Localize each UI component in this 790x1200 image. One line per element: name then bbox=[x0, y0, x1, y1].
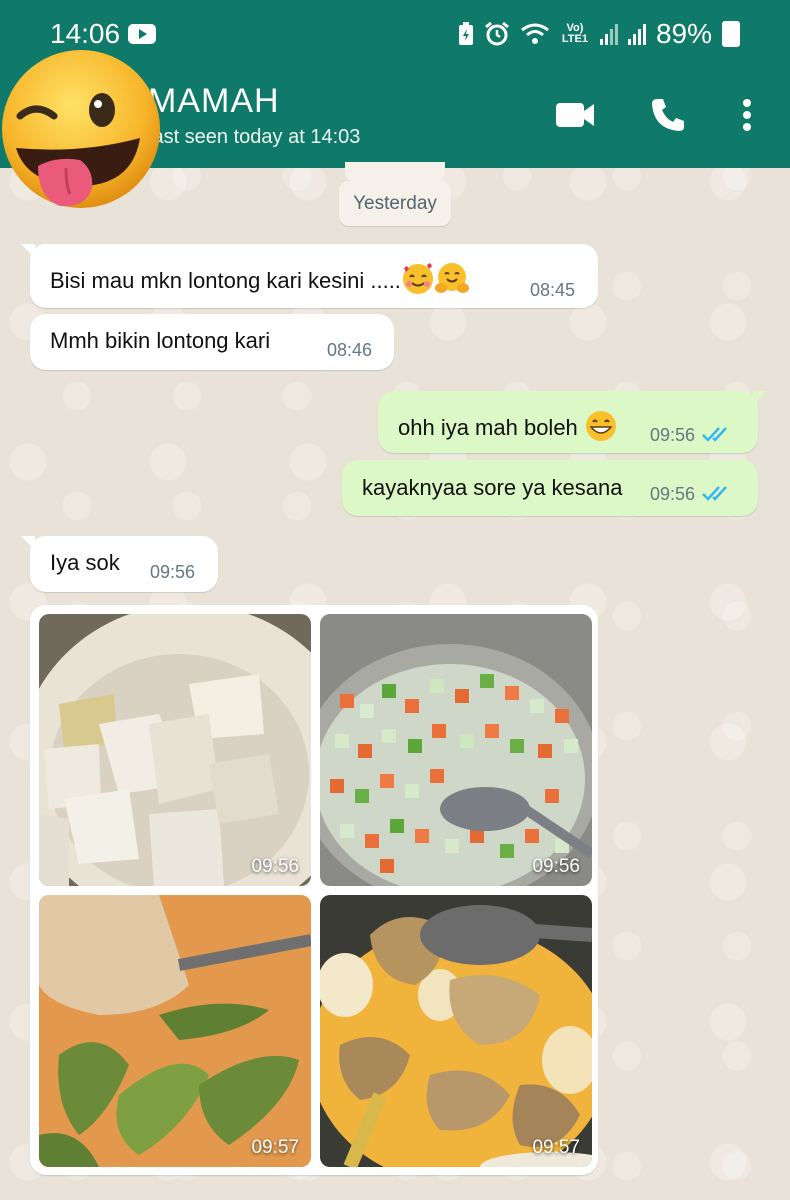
phone-call-icon bbox=[652, 99, 684, 131]
photo-time: 09:57 bbox=[251, 1137, 299, 1158]
read-receipt-icon bbox=[702, 427, 727, 442]
signal-icon bbox=[599, 23, 618, 45]
previous-date-chip bbox=[345, 162, 445, 182]
message-bubble-incoming[interactable]: Iya sok 09:56 bbox=[21, 536, 218, 592]
status-icons: Vo) LTE1 89% bbox=[458, 18, 740, 50]
message-time-status: 09:56 bbox=[650, 484, 733, 505]
message-bubble-incoming[interactable]: Bisi mau mkn lontong kari kesini ..... 0… bbox=[21, 244, 598, 308]
contact-name[interactable]: MAMAH bbox=[148, 82, 280, 121]
chicken-curry-photo bbox=[320, 895, 592, 1167]
grinning-face-emoji bbox=[585, 411, 616, 441]
smiling-face-with-hearts-emoji bbox=[402, 263, 433, 294]
bubble-tail bbox=[21, 536, 35, 550]
message-time: 09:56 bbox=[650, 484, 696, 504]
message-time: 09:56 bbox=[150, 562, 196, 582]
youtube-icon bbox=[128, 24, 156, 44]
message-time: 09:56 bbox=[650, 425, 696, 445]
photo-album-message[interactable]: 09:56 09:56 09:57 09:57 bbox=[30, 605, 598, 1175]
message-text: Mmh bikin lontong kari bbox=[50, 328, 271, 353]
album-photo[interactable]: 09:56 bbox=[320, 614, 592, 886]
message-time: 08:46 bbox=[327, 340, 373, 360]
lontong-photo bbox=[39, 614, 311, 886]
photo-time: 09:57 bbox=[532, 1137, 580, 1158]
battery-icon bbox=[722, 21, 740, 47]
message-time-status: 09:56 bbox=[650, 425, 733, 446]
album-photo[interactable]: 09:56 bbox=[39, 614, 311, 886]
vegetable-curry-photo bbox=[39, 895, 311, 1167]
message-bubble-outgoing[interactable]: ohh iya mah boleh 09:56 bbox=[378, 391, 767, 453]
alarm-icon bbox=[485, 21, 509, 46]
battery-saver-icon bbox=[458, 22, 473, 45]
message-text: ohh iya mah boleh bbox=[398, 409, 618, 443]
voice-call-button[interactable] bbox=[648, 95, 692, 135]
photo-time: 09:56 bbox=[251, 856, 299, 877]
network-type: Vo) LTE1 bbox=[561, 22, 588, 45]
winking-tongue-emoji-sticker bbox=[2, 50, 160, 208]
read-receipt-icon bbox=[702, 486, 727, 501]
signal-icon bbox=[627, 23, 646, 45]
album-photo[interactable]: 09:57 bbox=[320, 895, 592, 1167]
message-text: Iya sok bbox=[50, 550, 120, 575]
more-options-button[interactable] bbox=[738, 95, 758, 135]
video-call-icon bbox=[556, 103, 594, 127]
bubble-tail bbox=[753, 391, 767, 405]
message-time: 08:45 bbox=[530, 280, 576, 300]
video-call-button[interactable] bbox=[554, 95, 598, 135]
status-time: 14:06 bbox=[50, 18, 121, 49]
diced-vegetables-photo bbox=[320, 614, 592, 886]
battery-percent: 89% bbox=[655, 18, 712, 49]
message-bubble-outgoing[interactable]: kayaknyaa sore ya kesana 09:56 bbox=[342, 460, 758, 516]
album-photo[interactable]: 09:57 bbox=[39, 895, 311, 1167]
photo-time: 09:56 bbox=[532, 856, 580, 877]
message-bubble-incoming[interactable]: Mmh bikin lontong kari 08:46 bbox=[30, 314, 394, 370]
hugging-face-emoji bbox=[434, 263, 469, 293]
date-separator: Yesterday bbox=[339, 181, 451, 226]
message-text: Bisi mau mkn lontong kari kesini ..... bbox=[50, 262, 469, 296]
message-text: kayaknyaa sore ya kesana bbox=[362, 475, 623, 500]
bubble-tail bbox=[21, 244, 35, 258]
contact-last-seen: last seen today at 14:03 bbox=[148, 126, 361, 148]
wifi-icon bbox=[521, 23, 549, 44]
